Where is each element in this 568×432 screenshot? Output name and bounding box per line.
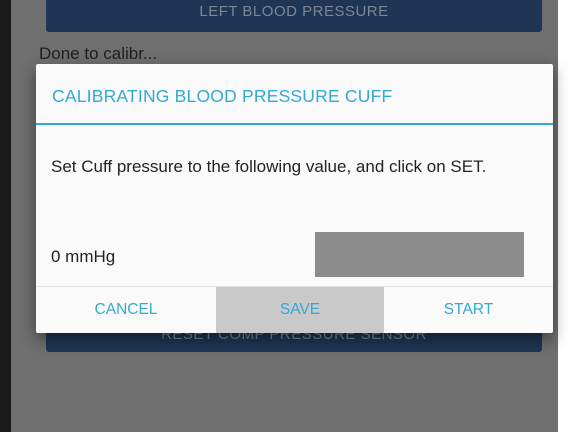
cancel-button[interactable]: CANCEL: [36, 287, 216, 333]
calibration-dialog: CALIBRATING BLOOD PRESSURE CUFF Set Cuff…: [36, 64, 553, 333]
screen-edge: [558, 0, 568, 432]
save-button[interactable]: SAVE: [216, 287, 384, 333]
left-blood-pressure-button: Left Blood Pressure: [46, 0, 542, 32]
dialog-message: Set Cuff pressure to the following value…: [51, 157, 487, 176]
pressure-input-field[interactable]: [315, 232, 524, 277]
title-divider: [36, 123, 553, 125]
background-partial-label: Done to calibr...: [39, 44, 158, 63]
pressure-value-label: 0 mmHg: [51, 247, 116, 266]
device-bezel: [0, 0, 11, 432]
dialog-title: CALIBRATING BLOOD PRESSURE CUFF: [52, 86, 393, 106]
start-button[interactable]: START: [384, 287, 553, 333]
